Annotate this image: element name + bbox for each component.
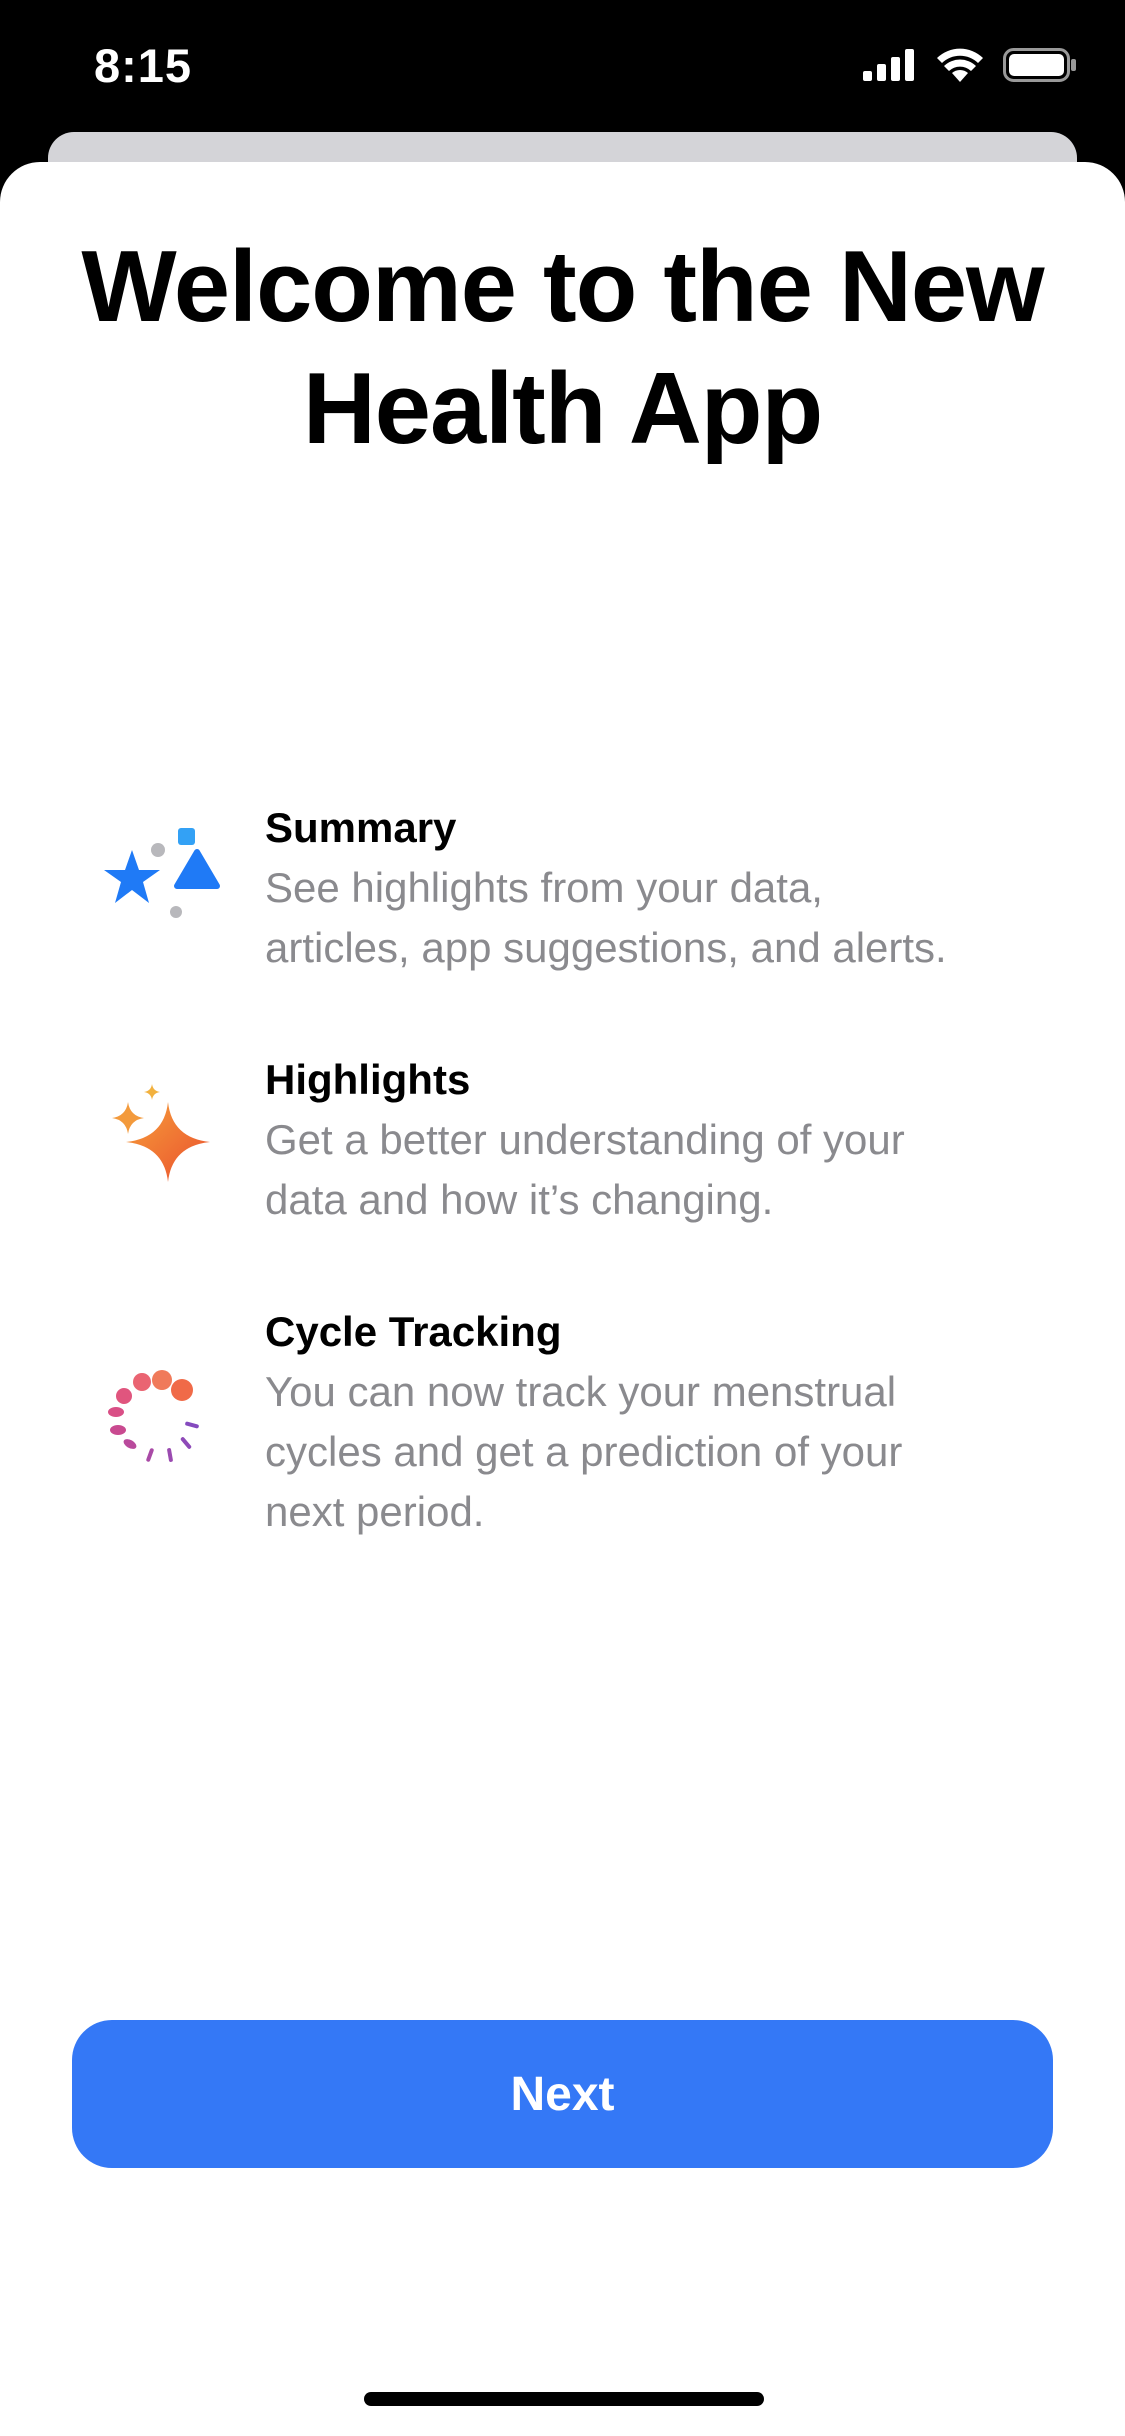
battery-icon — [1003, 48, 1076, 82]
home-indicator[interactable] — [364, 2392, 764, 2406]
feature-title: Highlights — [265, 1056, 471, 1103]
description-line: cycles and get a prediction of your — [265, 1428, 903, 1475]
description-line: Get a better understanding of your — [265, 1116, 905, 1163]
cycle-tracking-icon — [108, 1370, 199, 1462]
summary-icon — [104, 828, 220, 918]
cellular-signal-icon — [863, 49, 914, 81]
feature-description: Get a better understanding of your data … — [265, 1110, 1065, 1230]
status-bar: 8:15 — [0, 0, 1125, 150]
feature-title: Summary — [265, 804, 457, 851]
title-line-1: Welcome to the New — [81, 231, 1044, 343]
description-line: next period. — [265, 1488, 485, 1535]
description-line: You can now track your menstrual — [265, 1368, 897, 1415]
next-button[interactable]: Next — [72, 2020, 1053, 2168]
feature-description: You can now track your menstrual cycles … — [265, 1362, 1065, 1542]
wifi-icon — [937, 48, 983, 82]
feature-title: Cycle Tracking — [265, 1308, 562, 1355]
feature-cycle-tracking-text: Cycle Tracking You can now track your me… — [265, 1302, 1065, 1542]
feature-highlights-text: Highlights Get a better understanding of… — [265, 1050, 1065, 1230]
feature-description: See highlights from your data, articles,… — [265, 858, 1065, 978]
description-line: articles, app suggestions, and alerts. — [265, 924, 947, 971]
status-time: 8:15 — [94, 39, 193, 92]
title-line-2: Health App — [302, 353, 823, 465]
highlights-sparkle-icon — [112, 1084, 210, 1182]
page-title: Welcome to the New Health App — [0, 226, 1125, 470]
status-icons — [863, 48, 1077, 82]
description-line: data and how it’s changing. — [265, 1176, 774, 1223]
description-line: See highlights from your data, — [265, 864, 823, 911]
feature-summary-text: Summary See highlights from your data, a… — [265, 798, 1065, 978]
